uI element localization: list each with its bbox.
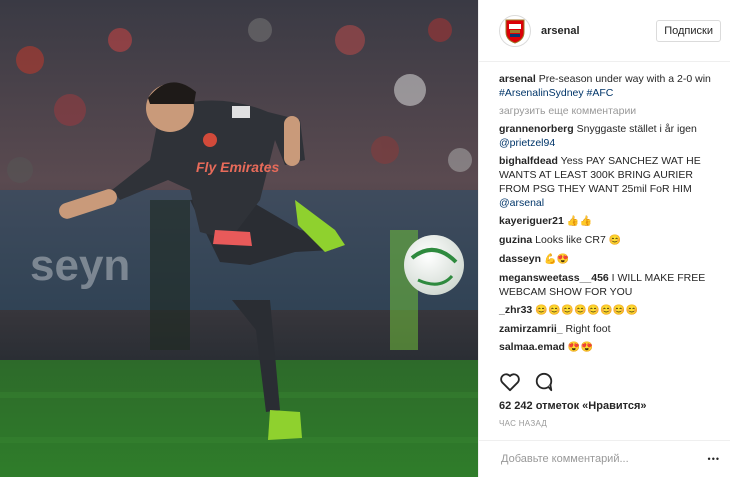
comment-row: megansweetass__456 I WILL MAKE FREE WEBC…	[499, 271, 718, 299]
comment-username[interactable]: salmaa.emad	[499, 341, 565, 353]
caption-username[interactable]: arsenal	[499, 73, 536, 85]
comment-row: bighalfdead Yess PAY SANCHEZ WAT HE WANT…	[499, 154, 718, 210]
comment-username[interactable]: kayeriguer21	[499, 215, 564, 227]
comment-username[interactable]: grannenorberg	[499, 123, 574, 135]
post-photo[interactable]: seyn Fly Emirates	[0, 0, 478, 477]
football-player-photo: seyn Fly Emirates	[0, 0, 478, 477]
comment-row: grannenorberg Snyggaste stället i år ige…	[499, 122, 718, 150]
comment-row: salmaa.emad 😍😍	[499, 340, 718, 355]
shirt-sponsor: Fly Emirates	[196, 159, 279, 175]
add-comment-input[interactable]	[499, 452, 708, 466]
load-more-comments[interactable]: загрузить еще комментарии	[499, 104, 718, 118]
post-header: arsenal Подписки	[479, 0, 730, 62]
instagram-post: seyn Fly Emirates arsenal Подписки arsen…	[0, 0, 730, 477]
comment-emoji: 💪😍	[543, 254, 570, 265]
comment-text: Snyggaste stället i år igen	[576, 123, 697, 135]
heart-icon[interactable]	[499, 372, 521, 392]
post-sidebar: arsenal Подписки arsenal Pre-season unde…	[478, 0, 730, 477]
comment-row: guzina Looks like CR7 😊	[499, 233, 718, 248]
comment-mention[interactable]: @arsenal	[499, 197, 544, 209]
comment-emoji: 😍😍	[567, 342, 594, 353]
comment-row: dasseyn 💪😍	[499, 252, 718, 267]
comment-username[interactable]: bighalfdead	[499, 155, 558, 167]
arsenal-crest-icon	[505, 19, 525, 44]
caption: arsenal Pre-season under way with a 2-0 …	[499, 72, 718, 100]
likes-count[interactable]: 62 242 отметок «Нравится»	[499, 400, 647, 412]
comment-icon[interactable]	[533, 372, 555, 392]
add-comment-bar: •••	[479, 440, 730, 477]
comment-row: zamirzamrii_ Right foot	[499, 322, 718, 336]
comments-list: arsenal Pre-season under way with a 2-0 …	[479, 62, 730, 355]
comment-emoji: 😊	[608, 235, 622, 246]
comment-emoji: 👍👍	[566, 216, 593, 227]
comment-username[interactable]: _zhr33	[499, 304, 532, 316]
comment-row: kayeriguer21 👍👍	[499, 214, 718, 229]
comment-username[interactable]: guzina	[499, 234, 532, 246]
comment-text: Looks like CR7	[535, 234, 606, 246]
caption-text: Pre-season under way with a 2-0 win	[538, 73, 711, 85]
post-username[interactable]: arsenal	[541, 25, 656, 37]
more-icon[interactable]: •••	[708, 454, 720, 464]
comment-mention[interactable]: @prietzel94	[499, 137, 555, 149]
comment-username[interactable]: dasseyn	[499, 253, 541, 265]
comment-text: Right foot	[565, 323, 611, 335]
caption-hashtags[interactable]: #ArsenalinSydney #AFC	[499, 87, 613, 99]
comment-username[interactable]: megansweetass__456	[499, 272, 609, 284]
comment-emoji: 😊😊😊😊😊😊😊😊	[535, 305, 639, 316]
comment-username[interactable]: zamirzamrii_	[499, 323, 563, 335]
post-timestamp: ЧАС НАЗАД	[499, 419, 548, 428]
follow-button[interactable]: Подписки	[656, 19, 721, 42]
action-bar	[499, 372, 555, 392]
svg-text:seyn: seyn	[30, 241, 130, 290]
avatar[interactable]	[499, 14, 531, 47]
comment-row: _zhr33 😊😊😊😊😊😊😊😊	[499, 303, 718, 318]
